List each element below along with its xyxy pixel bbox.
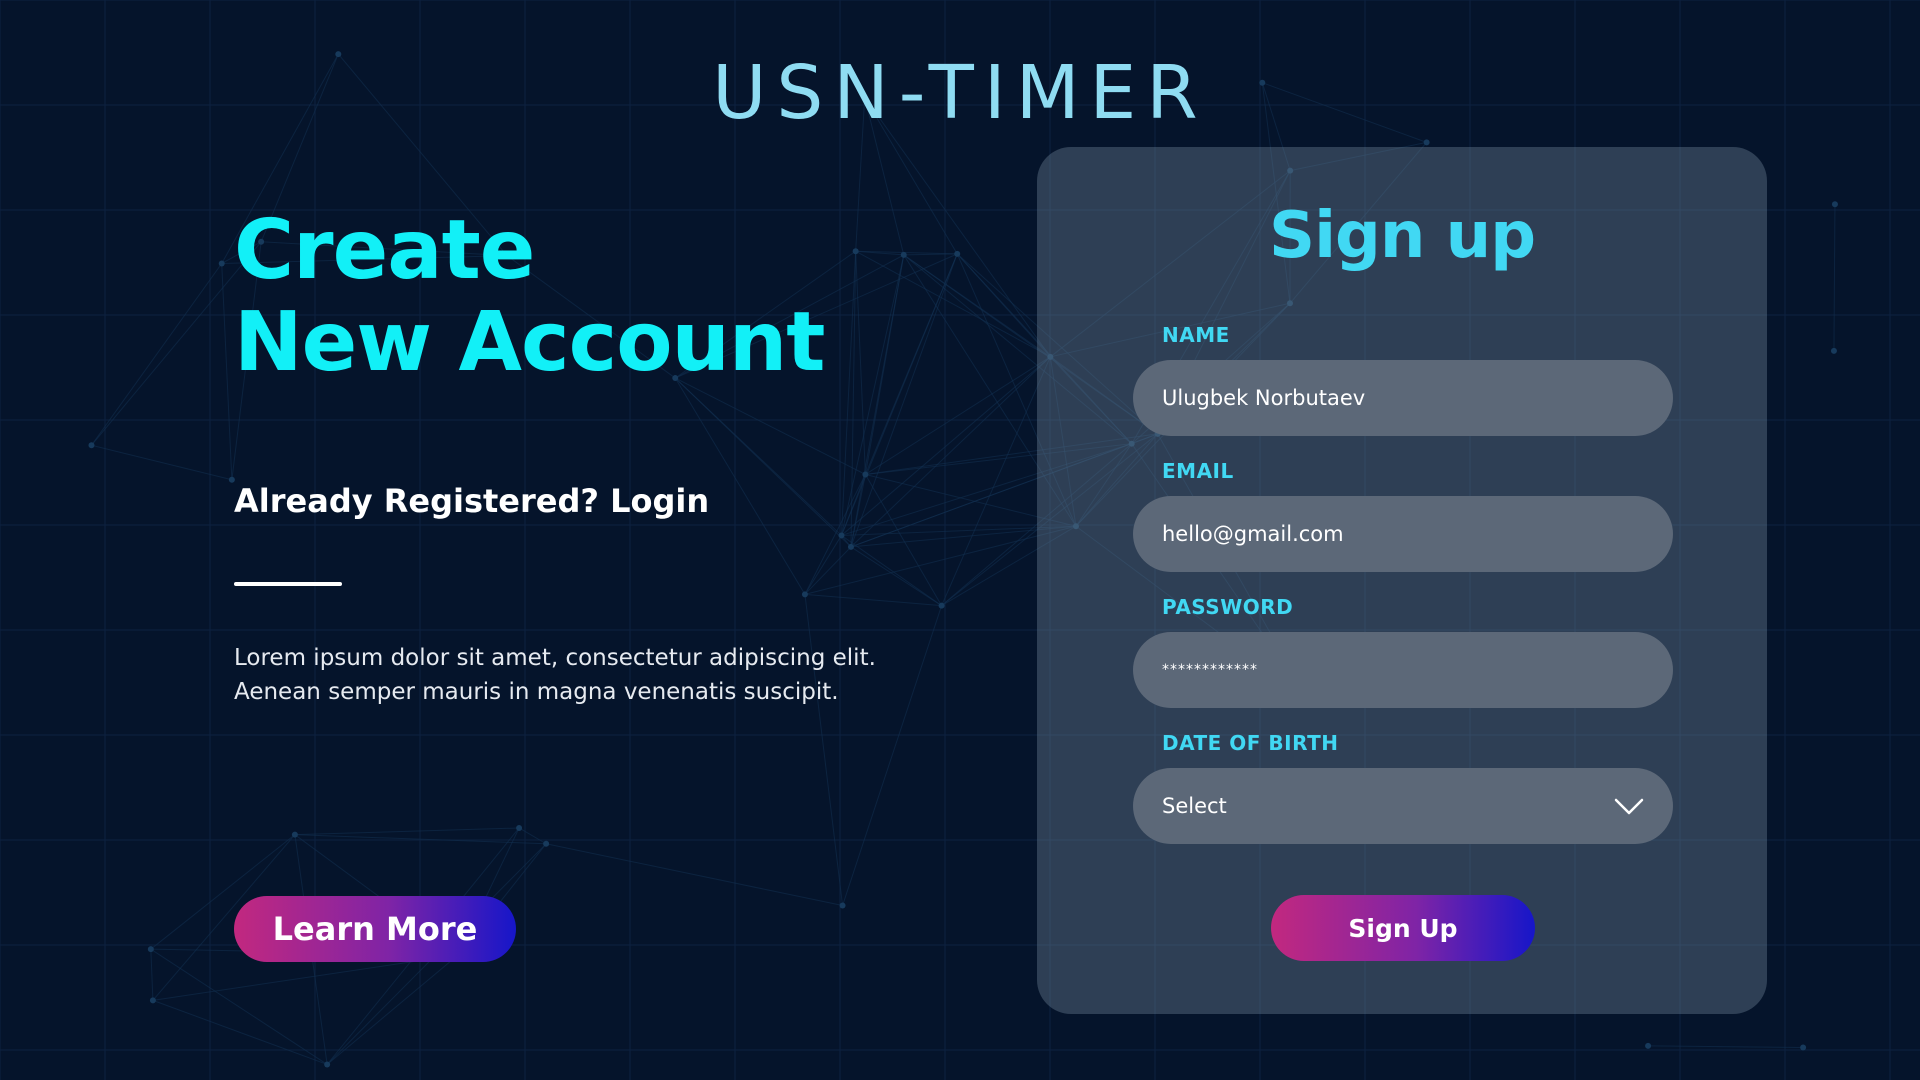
network-node: [291, 831, 298, 838]
network-line: [91, 263, 223, 446]
page-title-line-2: New Account: [234, 295, 826, 390]
signup-card: Sign up NAME EMAIL PASSWORD DATE OF BIRT…: [1037, 147, 1767, 1014]
network-node: [543, 840, 550, 847]
network-node: [852, 248, 859, 255]
password-field[interactable]: [1133, 632, 1673, 708]
network-node: [324, 1061, 331, 1068]
email-label: EMAIL: [1162, 459, 1234, 483]
page-title: Create New Account: [234, 203, 826, 390]
description-line-1: Lorem ipsum dolor sit amet, consectetur …: [234, 645, 876, 671]
date-of-birth-value: Select: [1162, 794, 1227, 818]
signup-title: Sign up: [1268, 199, 1536, 273]
network-node: [847, 543, 854, 550]
network-line: [865, 356, 1051, 475]
network-node: [862, 471, 869, 478]
network-line: [850, 546, 942, 607]
divider: [234, 582, 342, 586]
network-line: [804, 535, 842, 595]
network-line: [294, 834, 547, 845]
network-node: [147, 946, 154, 953]
network-line: [150, 948, 328, 1065]
network-node: [1423, 139, 1430, 146]
network-node: [1800, 1044, 1807, 1051]
network-node: [900, 251, 907, 258]
network-line: [941, 356, 1051, 606]
network-node: [1831, 201, 1838, 208]
email-field[interactable]: [1133, 496, 1673, 572]
description-text: Lorem ipsum dolor sit amet, consectetur …: [234, 641, 954, 709]
network-node: [838, 532, 845, 539]
network-node: [218, 260, 225, 267]
password-label: PASSWORD: [1162, 595, 1294, 619]
network-line: [150, 949, 154, 1001]
network-node: [1645, 1042, 1652, 1049]
network-node: [938, 602, 945, 609]
login-link[interactable]: Already Registered? Login: [234, 482, 709, 520]
network-line: [855, 251, 866, 475]
network-line: [841, 356, 1051, 536]
date-of-birth-select[interactable]: Select: [1133, 768, 1673, 844]
network-line: [1648, 1045, 1804, 1048]
date-of-birth-label: DATE OF BIRTH: [1162, 731, 1339, 755]
name-field[interactable]: [1133, 360, 1673, 436]
network-node: [149, 997, 156, 1004]
network-line: [294, 827, 520, 836]
app-logo: USN-TIMER: [712, 50, 1208, 136]
network-line: [91, 444, 232, 481]
hero-heading: Create New Account: [234, 203, 826, 390]
network-node: [88, 442, 95, 449]
network-node: [516, 824, 523, 831]
network-line: [1833, 204, 1836, 351]
network-line: [804, 546, 852, 595]
network-line: [804, 593, 942, 607]
network-line: [903, 253, 958, 256]
page-title-line-1: Create: [234, 203, 535, 298]
learn-more-button[interactable]: Learn More: [234, 896, 516, 962]
network-node: [801, 591, 808, 598]
network-line: [546, 843, 843, 906]
description-line-2: Aenean semper mauris in magna venenatis …: [234, 679, 839, 705]
network-line: [518, 827, 547, 845]
network-node: [1830, 347, 1837, 354]
network-line: [221, 263, 233, 480]
network-line: [864, 254, 905, 475]
network-line: [850, 474, 866, 547]
name-label: NAME: [1162, 323, 1230, 347]
signup-button[interactable]: Sign Up: [1271, 895, 1535, 961]
network-line: [152, 999, 328, 1065]
network-line: [804, 525, 1077, 595]
network-line: [840, 254, 905, 536]
chevron-down-icon: [1614, 797, 1644, 815]
network-node: [954, 250, 961, 257]
network-node: [839, 902, 846, 909]
